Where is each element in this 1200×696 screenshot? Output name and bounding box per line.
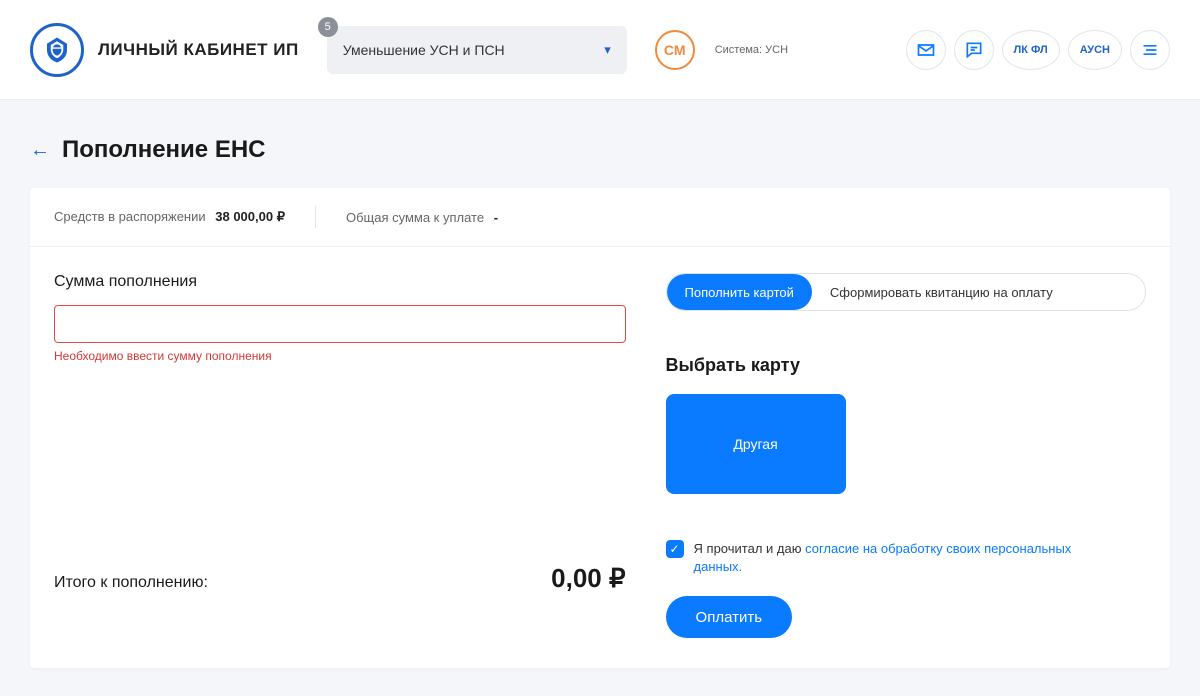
available-funds: Средств в распоряжении 38 000,00 ₽: [54, 209, 285, 225]
logo[interactable]: ЛИЧНЫЙ КАБИНЕТ ИП: [30, 23, 299, 77]
total-value: 0,00 ₽: [551, 563, 625, 594]
total-due: Общая сумма к уплате -: [346, 210, 498, 225]
right-column: Пополнить картой Сформировать квитанцию …: [666, 273, 1146, 638]
consent-prefix: Я прочитал и даю: [694, 541, 806, 556]
system-label: Система: УСН: [715, 44, 788, 56]
eagle-icon: [42, 35, 72, 65]
consent-row: ✓ Я прочитал и даю согласие на обработку…: [666, 540, 1146, 576]
due-value: -: [494, 210, 498, 225]
available-value: 38 000,00 ₽: [215, 209, 285, 224]
header: ЛИЧНЫЙ КАБИНЕТ ИП 5 Уменьшение УСН и ПСН…: [0, 0, 1200, 100]
card-body: Сумма пополнения Необходимо ввести сумму…: [30, 247, 1170, 668]
back-arrow-icon[interactable]: ←: [30, 139, 50, 162]
consent-text: Я прочитал и даю согласие на обработку с…: [694, 540, 1074, 576]
due-label: Общая сумма к уплате: [346, 210, 484, 225]
total-label: Итого к пополнению:: [54, 574, 208, 592]
left-column: Сумма пополнения Необходимо ввести сумму…: [54, 273, 666, 638]
page-title: Пополнение ЕНС: [62, 136, 266, 164]
chat-icon: [964, 40, 984, 60]
ausn-button[interactable]: АУСН: [1068, 30, 1122, 70]
amount-input[interactable]: [54, 305, 626, 343]
logo-emblem: [30, 23, 84, 77]
mail-button[interactable]: [906, 30, 946, 70]
pay-button[interactable]: Оплатить: [666, 596, 793, 638]
available-label: Средств в распоряжении: [54, 209, 206, 224]
site-title: ЛИЧНЫЙ КАБИНЕТ ИП: [98, 40, 299, 60]
header-actions: ЛК ФЛ АУСН: [906, 30, 1170, 70]
card-option-other[interactable]: Другая: [666, 394, 846, 494]
notice-dropdown-label: Уменьшение УСН и ПСН: [343, 42, 505, 58]
menu-icon: [1140, 40, 1160, 60]
select-card-label: Выбрать карту: [666, 355, 1146, 376]
mail-icon: [916, 40, 936, 60]
lkfl-button[interactable]: ЛК ФЛ: [1002, 30, 1060, 70]
amount-error: Необходимо ввести сумму пополнения: [54, 349, 626, 363]
notice-badge: 5: [318, 17, 338, 37]
chat-button[interactable]: [954, 30, 994, 70]
chevron-down-icon: ▾: [604, 42, 611, 58]
amount-label: Сумма пополнения: [54, 273, 626, 291]
total-row: Итого к пополнению: 0,00 ₽: [54, 563, 626, 594]
main-card: Средств в распоряжении 38 000,00 ₽ Общая…: [30, 188, 1170, 668]
tab-receipt[interactable]: Сформировать квитанцию на оплату: [812, 274, 1071, 310]
separator: [315, 206, 316, 228]
consent-checkbox[interactable]: ✓: [666, 540, 684, 558]
tab-card[interactable]: Пополнить картой: [667, 274, 812, 310]
card-summary-bar: Средств в распоряжении 38 000,00 ₽ Общая…: [30, 188, 1170, 247]
menu-button[interactable]: [1130, 30, 1170, 70]
avatar[interactable]: СМ: [655, 30, 695, 70]
page-title-row: ← Пополнение ЕНС: [30, 136, 1170, 164]
notice-dropdown[interactable]: 5 Уменьшение УСН и ПСН ▾: [327, 26, 627, 74]
page: ← Пополнение ЕНС Средств в распоряжении …: [0, 100, 1200, 696]
payment-tabs: Пополнить картой Сформировать квитанцию …: [666, 273, 1146, 311]
